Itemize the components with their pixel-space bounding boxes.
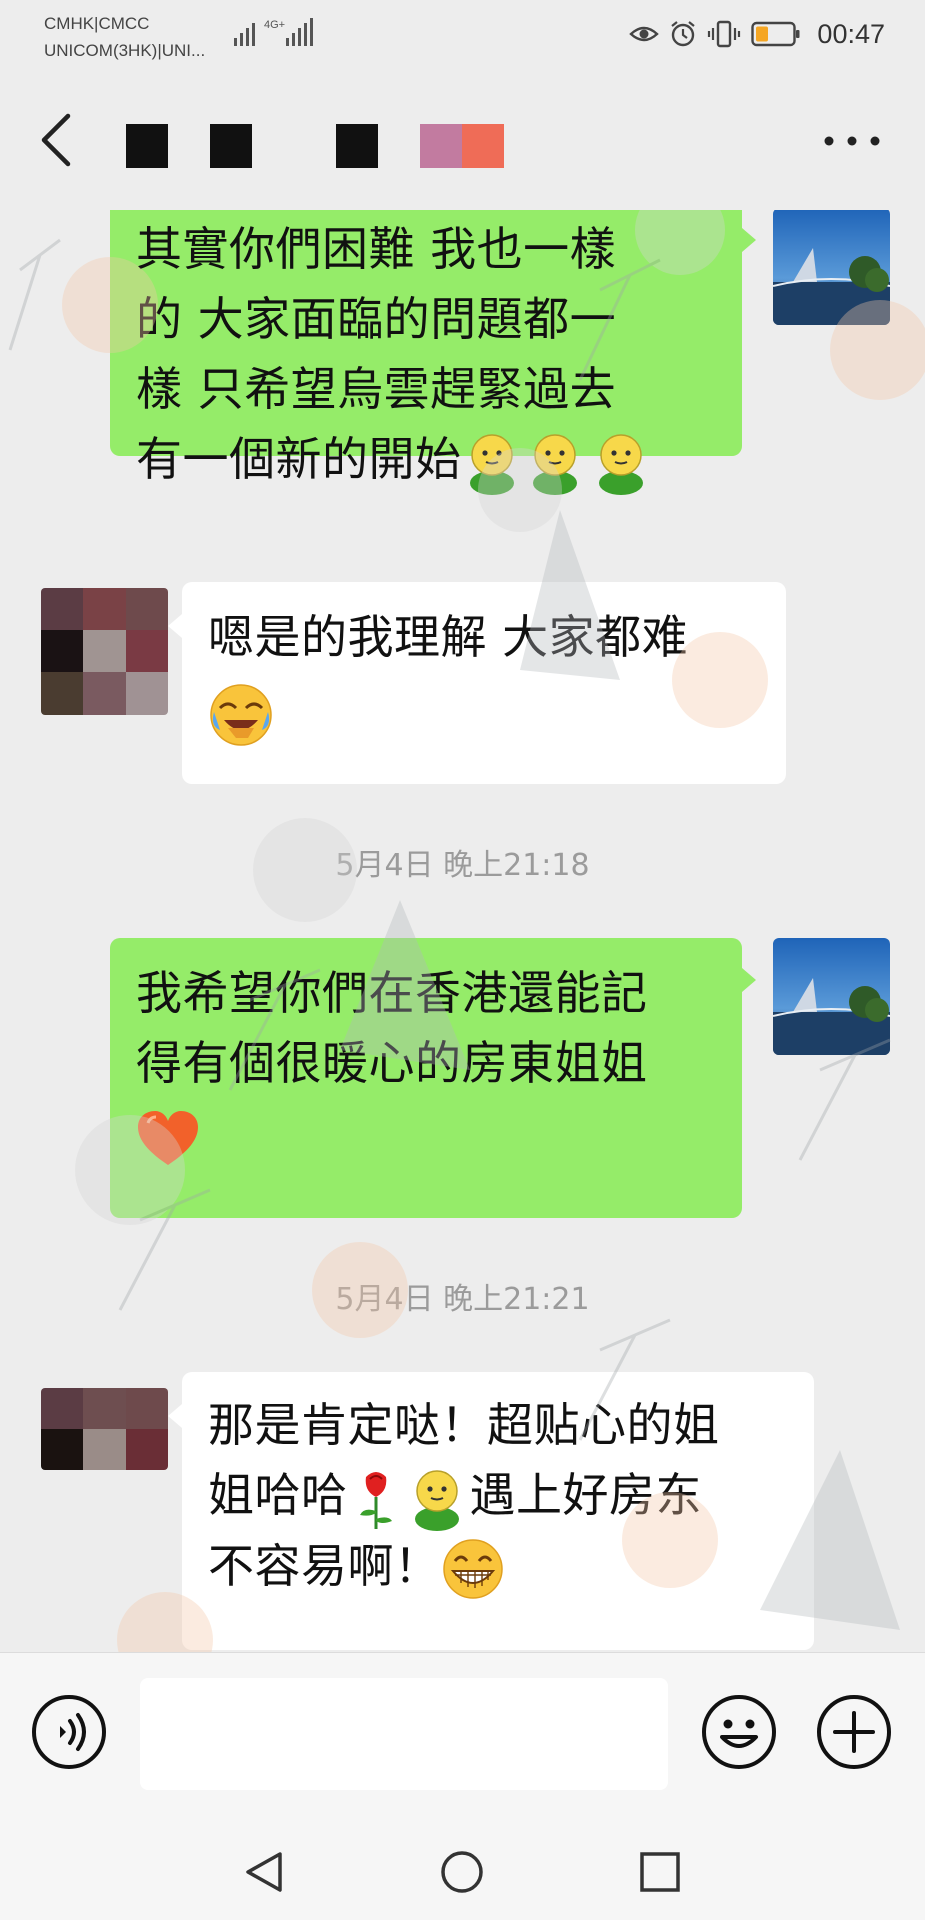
chevron-left-icon[interactable] — [36, 112, 76, 168]
message-line: 樣 只希望烏雲趕緊過去 — [136, 362, 617, 416]
message-bubble-other[interactable]: 那是肯定哒！超贴心的姐 姐哈哈 遇上好房东 不容易啊！ — [168, 1372, 814, 1650]
message-line: 的 大家面臨的問題都一 — [136, 292, 617, 346]
battery-icon — [751, 21, 800, 47]
chat-title-redacted — [124, 124, 524, 168]
self-avatar[interactable] — [773, 210, 890, 325]
alarm-icon — [671, 21, 696, 47]
message-line: 遇上好房东 — [469, 1468, 702, 1522]
message-line: 那是肯定哒！超贴心的姐 — [208, 1398, 720, 1452]
plus-icon[interactable] — [815, 1693, 893, 1771]
carrier-info: CMHK|CMCC UNICOM(3HK)|UNI... — [44, 10, 205, 64]
rose-emoji — [359, 1471, 392, 1529]
laugh-cry-emoji — [210, 683, 272, 746]
grin-emoji — [442, 1539, 503, 1599]
nav-back-icon[interactable] — [240, 1848, 288, 1896]
message-line-with-emoji: 有一個新的開始 — [136, 424, 718, 495]
title-redaction-block — [126, 124, 168, 168]
message-line: 不容易啊！ — [208, 1538, 441, 1593]
message-line: 其實你們困難 我也一樣 — [136, 222, 617, 276]
message-line-with-emoji — [208, 676, 762, 748]
message-input[interactable] — [140, 1678, 668, 1790]
timestamp: 5月4日 晚上21:21 — [335, 1282, 590, 1317]
green-figure-emoji — [532, 433, 577, 495]
carrier-line-2: UNICOM(3HK)|UNI... — [44, 41, 206, 60]
clock: 00:47 — [817, 18, 885, 49]
system-nav-bar — [0, 1818, 925, 1920]
message-bubble-other[interactable]: 嗯是的我理解 大家都难 — [168, 582, 786, 784]
voice-icon[interactable] — [30, 1693, 108, 1771]
self-avatar[interactable] — [773, 938, 890, 1055]
status-icons: 00:47 — [629, 14, 885, 54]
green-figure-emoji — [469, 433, 514, 495]
title-redaction-block — [420, 124, 462, 168]
message-line-with-emoji: 姐哈哈 遇上好房东 — [208, 1460, 790, 1531]
status-bar: CMHK|CMCC UNICOM(3HK)|UNI... 4G+ 00:47 — [0, 0, 925, 70]
contact-avatar[interactable] — [41, 1388, 168, 1470]
message-bubble-self[interactable]: 我希望你們在香港還能記 得有個很暖心的房東姐姐 — [110, 938, 756, 1218]
vibrate-icon — [708, 20, 741, 48]
message-line-with-emoji — [136, 1100, 718, 1170]
message-line-with-emoji: 不容易啊！ — [208, 1531, 790, 1602]
chat-header — [0, 70, 925, 210]
heart-emoji — [138, 1110, 198, 1165]
battery-level — [756, 26, 769, 42]
input-bar — [0, 1652, 925, 1819]
title-redaction-block — [462, 124, 504, 168]
more-dots-icon[interactable] — [819, 126, 885, 156]
contact-avatar[interactable] — [41, 588, 168, 715]
green-figure-emoji — [598, 433, 643, 495]
network-type: 4G+ — [264, 19, 285, 31]
message-line: 我希望你們在香港還能記 — [136, 966, 648, 1020]
message-line: 嗯是的我理解 大家都难 — [208, 610, 689, 664]
timestamp: 5月4日 晚上21:18 — [335, 848, 590, 883]
signal-strength-icon: 4G+ — [234, 18, 313, 46]
chat-message-list[interactable]: 其實你們困難 我也一樣 的 大家面臨的問題都一 樣 只希望烏雲趕緊過去 有一個新… — [0, 210, 925, 1652]
message-line: 有一個新的開始 — [136, 432, 462, 486]
carrier-line-1: CMHK|CMCC — [44, 14, 150, 33]
eye-icon — [629, 26, 660, 42]
smiley-icon[interactable] — [700, 1693, 778, 1771]
title-redaction-block — [336, 124, 378, 168]
message-line: 得有個很暖心的房東姐姐 — [136, 1036, 648, 1090]
message-bubble-self[interactable]: 其實你們困難 我也一樣 的 大家面臨的問題都一 樣 只希望烏雲趕緊過去 有一個新… — [110, 210, 756, 495]
message-line: 姐哈哈 — [208, 1468, 348, 1522]
nav-recents-icon[interactable] — [636, 1848, 684, 1896]
green-figure-emoji — [414, 1469, 459, 1531]
title-redaction-block — [210, 124, 252, 168]
nav-home-icon[interactable] — [438, 1848, 486, 1896]
